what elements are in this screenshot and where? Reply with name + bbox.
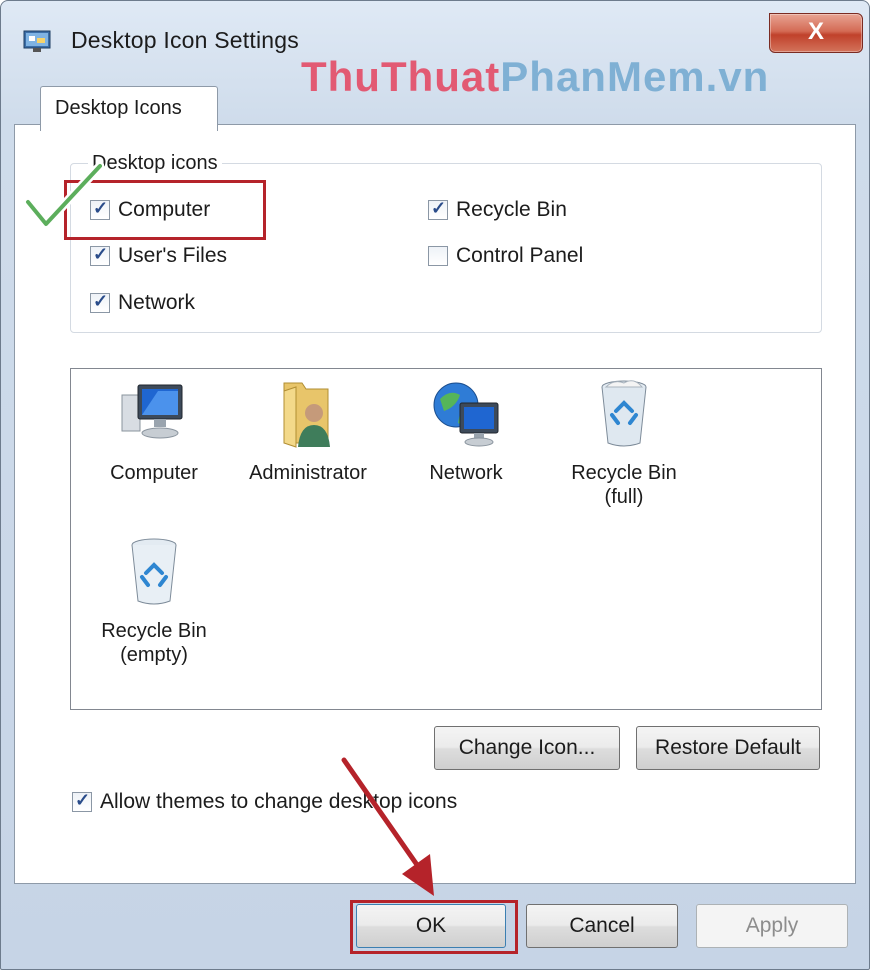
check-mark-icon: ✓ — [431, 198, 447, 218]
check-mark-icon: ✓ — [75, 790, 91, 810]
window-title: Desktop Icon Settings — [71, 27, 299, 53]
checkbox-recycle-bin[interactable]: ✓ Recycle Bin — [428, 198, 567, 222]
cancel-button[interactable]: Cancel — [526, 904, 678, 948]
checkbox-label: Network — [118, 291, 196, 314]
watermark: ThuThuatPhanMem.vn — [301, 53, 769, 101]
watermark-part1: ThuThuat — [301, 53, 501, 100]
icon-label-line2: (empty) — [120, 644, 188, 666]
checkbox-box[interactable]: ✓ — [72, 790, 92, 812]
recycle-bin-full-icon — [601, 380, 647, 447]
icon-item-recycle-bin-full[interactable]: Recycle Bin (full) — [549, 377, 699, 509]
network-globe-icon — [433, 382, 499, 447]
icon-list: Computer Administrator Network Recycle B… — [70, 368, 822, 710]
restore-default-button[interactable]: Restore Default — [636, 726, 820, 770]
computer-icon — [121, 384, 183, 439]
icon-label: Network — [429, 462, 503, 484]
icon-label-line1: Recycle Bin — [571, 462, 677, 484]
checkbox-network[interactable]: ✓ Network — [90, 291, 195, 315]
icon-item-recycle-bin-empty[interactable]: Recycle Bin (empty) — [79, 535, 229, 667]
icon-item-computer[interactable]: Computer — [79, 377, 229, 485]
tab-desktop-icons[interactable]: Desktop Icons — [40, 86, 218, 131]
check-mark-icon: ✓ — [93, 291, 109, 311]
icon-label-line2: (full) — [604, 486, 644, 508]
checkbox-box[interactable]: ✓ — [90, 244, 110, 266]
icon-label: Administrator — [249, 462, 367, 484]
close-button[interactable]: X — [769, 13, 863, 53]
change-icon-button[interactable]: Change Icon... — [434, 726, 620, 770]
watermark-part2: PhanMem.vn — [500, 53, 770, 100]
check-mark-icon: ✓ — [93, 244, 109, 264]
checkbox-box[interactable]: ✓ — [428, 198, 448, 220]
checkbox-control-panel[interactable]: Control Panel — [428, 244, 583, 268]
checkbox-label: Control Panel — [456, 244, 584, 267]
checkbox-users-files[interactable]: ✓ User's Files — [90, 244, 227, 268]
checkbox-box[interactable]: ✓ — [90, 291, 110, 313]
tab-label: Desktop Icons — [55, 97, 182, 119]
checkbox-label: User's Files — [118, 244, 228, 267]
checkbox-label: Recycle Bin — [456, 198, 567, 221]
desktop-settings-icon — [23, 30, 51, 52]
icon-label: Computer — [110, 462, 198, 484]
icon-label-line1: Recycle Bin — [101, 620, 207, 642]
arrow-pointer-icon — [341, 757, 434, 896]
green-check-icon — [24, 162, 104, 229]
icon-item-network[interactable]: Network — [391, 377, 541, 485]
recycle-bin-empty-icon — [131, 538, 177, 605]
user-folder-icon — [283, 382, 330, 448]
icon-item-administrator[interactable]: Administrator — [233, 377, 383, 485]
group-label: Desktop icons — [88, 152, 222, 175]
checkbox-box[interactable] — [428, 246, 448, 266]
highlight-box-ok — [350, 900, 518, 954]
apply-button[interactable]: Apply — [696, 904, 848, 948]
